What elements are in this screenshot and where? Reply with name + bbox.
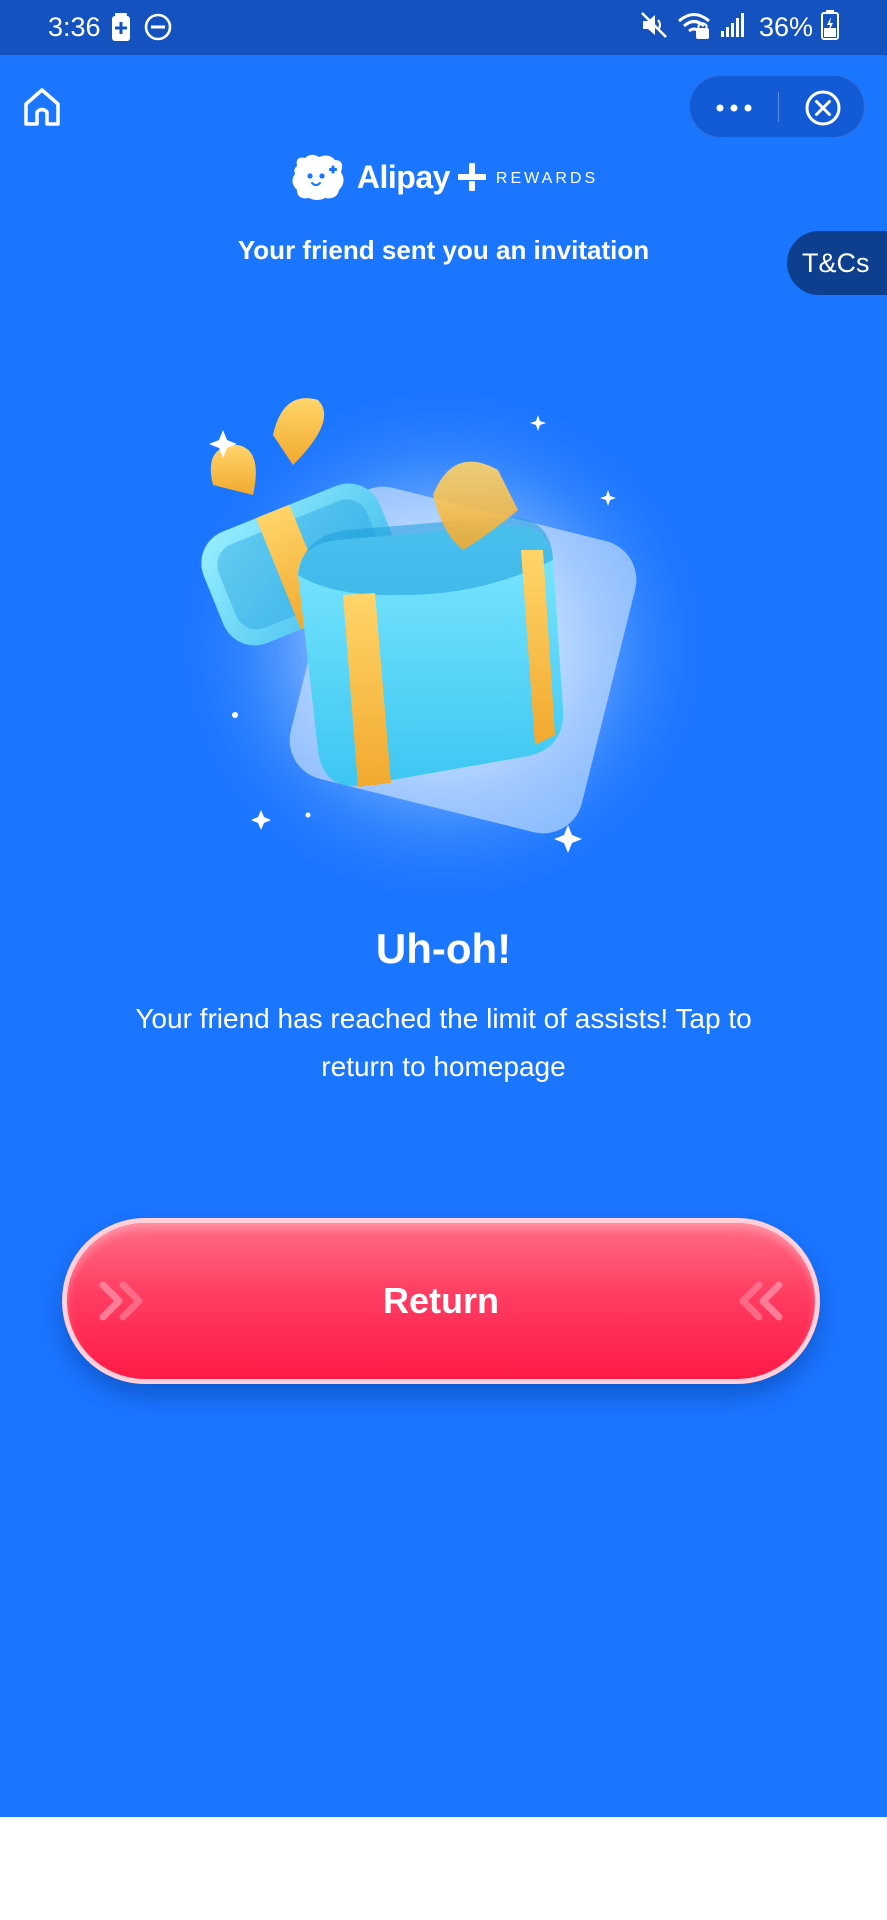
battery-icon	[821, 10, 839, 45]
mini-program-capsule	[689, 75, 865, 138]
return-button[interactable]: Return	[62, 1218, 820, 1384]
more-button[interactable]	[690, 76, 778, 139]
status-left-icons	[112, 13, 172, 46]
double-chevron-right-icon	[99, 1281, 143, 1321]
brand-name: Alipay	[356, 158, 451, 195]
battery-percent: 36%	[758, 12, 813, 42]
limit-message: Your friend has reached the limit of ass…	[135, 1003, 752, 1082]
home-button[interactable]	[20, 85, 64, 129]
signal-icon	[719, 11, 747, 44]
double-chevron-left-icon	[739, 1281, 783, 1321]
wifi-icon	[677, 10, 711, 45]
do-not-disturb-icon	[144, 13, 172, 46]
more-dots-icon	[716, 104, 752, 111]
status-bar: 3:36 36%	[0, 0, 887, 55]
terms-button[interactable]: T&Cs	[787, 231, 887, 295]
close-button[interactable]	[779, 76, 866, 139]
status-right-icons: 36%	[639, 10, 839, 45]
mascot-logo-icon	[292, 154, 344, 200]
brand-logo: Alipay REWARDS	[0, 147, 887, 207]
app-area: Alipay REWARDS Your friend sent you an i…	[0, 55, 887, 1817]
open-gift-box-illustration	[163, 375, 723, 905]
battery-saver-icon	[112, 13, 130, 46]
mute-icon	[639, 10, 669, 45]
bottom-blank-area	[0, 1817, 887, 1920]
headline: Uh-oh!	[375, 925, 512, 972]
home-icon	[24, 88, 60, 126]
status-time: 3:36	[48, 12, 101, 42]
close-circle-icon	[805, 90, 840, 125]
plus-logo-icon	[457, 163, 486, 191]
brand-suffix: REWARDS	[495, 170, 599, 187]
invitation-text: Your friend sent you an invitation	[237, 235, 650, 265]
return-button-label: Return	[383, 1280, 499, 1321]
